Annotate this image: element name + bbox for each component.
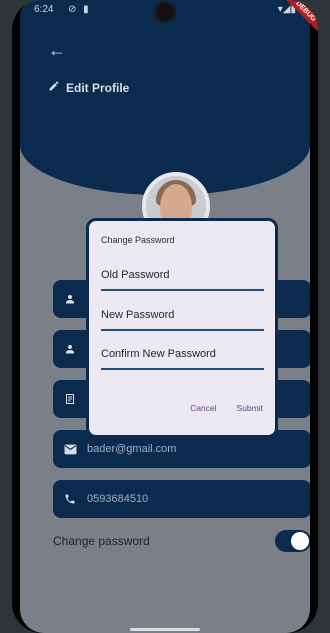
change-password-dialog: Change Password Old Password New Passwor… (86, 218, 278, 438)
phone-value: 0593684510 (87, 493, 149, 505)
notification-icons: ⊘ ▮ (68, 4, 91, 15)
confirm-password-input[interactable]: Confirm New Password (101, 338, 264, 370)
edit-pencil-icon (48, 80, 60, 95)
new-password-placeholder: New Password (101, 309, 175, 321)
cancel-button[interactable]: Cancel (190, 403, 216, 413)
status-time: 6:24 (34, 4, 54, 15)
change-password-row: Change password (53, 530, 310, 552)
confirm-password-placeholder: Confirm New Password (101, 348, 216, 360)
person-icon (63, 292, 77, 306)
status-bar: 6:24 ⊘ ▮ ▾◢▮ (20, 0, 310, 22)
new-password-input[interactable]: New Password (101, 299, 264, 331)
profile-header (20, 0, 310, 195)
phone-frame: 6:24 ⊘ ▮ ▾◢▮ ← Edit Profile bader@gmail.… (12, 0, 318, 633)
person-icon (63, 342, 77, 356)
change-password-label: Change password (53, 534, 150, 548)
toggle-knob (291, 532, 309, 550)
page-title: Edit Profile (66, 80, 130, 95)
back-arrow-icon[interactable]: ← (48, 40, 66, 61)
old-password-input[interactable]: Old Password (101, 259, 264, 291)
change-password-toggle[interactable] (275, 530, 310, 552)
gesture-nav-bar[interactable] (130, 628, 200, 631)
camera-cutout (157, 4, 173, 20)
dialog-actions: Cancel Submit (190, 403, 263, 413)
app-screen: 6:24 ⊘ ▮ ▾◢▮ ← Edit Profile bader@gmail.… (20, 0, 310, 633)
old-password-placeholder: Old Password (101, 269, 170, 281)
email-value: bader@gmail.com (87, 443, 177, 455)
document-icon (63, 392, 77, 406)
page-title-row: Edit Profile (48, 80, 129, 95)
mail-icon (63, 442, 77, 456)
dialog-title: Change Password (101, 235, 175, 245)
submit-button[interactable]: Submit (237, 403, 263, 413)
phone-icon (63, 492, 77, 506)
phone-field[interactable]: 0593684510 (53, 480, 310, 518)
